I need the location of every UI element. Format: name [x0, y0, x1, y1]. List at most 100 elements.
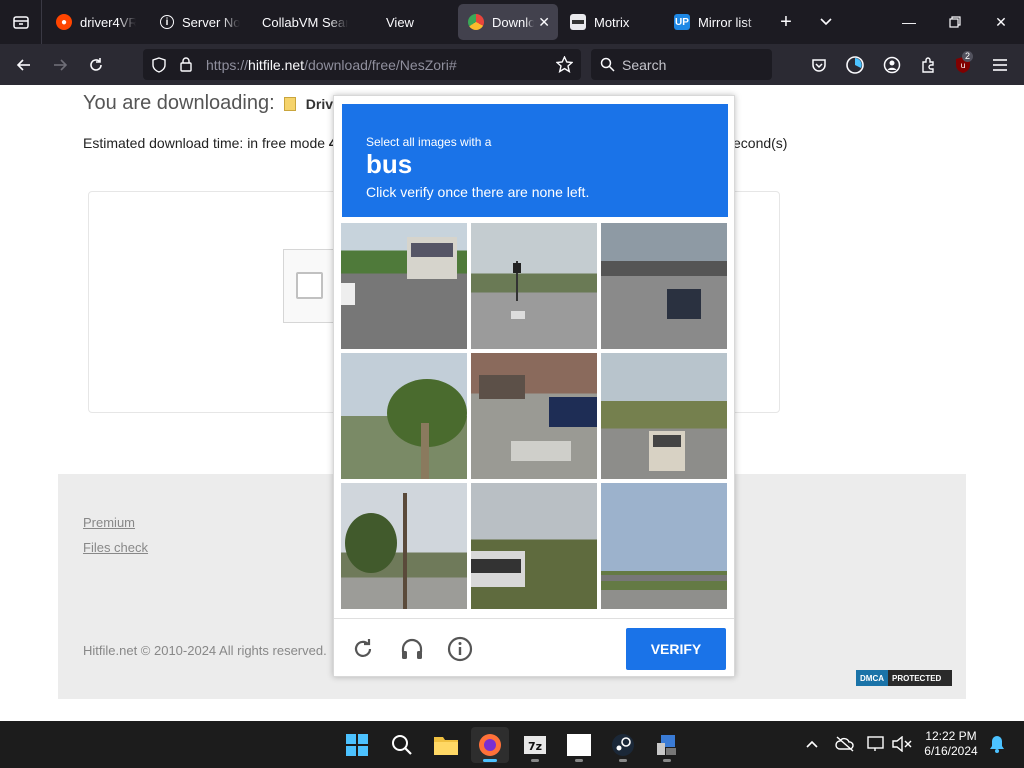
- refresh-button[interactable]: [349, 635, 377, 663]
- bell-icon: [990, 736, 1004, 753]
- tab-bar: ● driver4VR i Server Not CollabVM Sear V…: [0, 0, 1024, 44]
- taskbar-file-explorer[interactable]: [427, 727, 465, 763]
- captcha-tile-1[interactable]: [341, 223, 467, 349]
- info-button[interactable]: [446, 635, 474, 663]
- taskbar: 7z 12:22 PM 6/16/2024: [0, 721, 1024, 768]
- minimize-icon: —: [902, 14, 916, 30]
- chevron-down-icon: [820, 18, 832, 26]
- timer-extension-icon: [846, 56, 864, 74]
- up-icon: UP: [674, 14, 690, 30]
- restore-icon: [949, 16, 961, 28]
- tab-collabvm-search[interactable]: CollabVM Sear: [252, 4, 348, 40]
- tab-motrix[interactable]: Motrix: [560, 4, 660, 40]
- account-button[interactable]: [879, 52, 905, 78]
- close-tab-icon[interactable]: ✕: [538, 14, 550, 31]
- reload-icon: [90, 58, 102, 71]
- back-button[interactable]: [11, 52, 37, 78]
- overpass-image-icon: [601, 575, 727, 581]
- search-input[interactable]: Search: [622, 57, 666, 73]
- coach-bus-image-icon: [471, 551, 525, 587]
- tab-server-not-found[interactable]: i Server Not: [150, 4, 240, 40]
- forward-button[interactable]: [47, 52, 73, 78]
- reload-button[interactable]: [83, 52, 109, 78]
- intersection-image-icon: [511, 261, 525, 319]
- tab-overflow-button[interactable]: [803, 0, 849, 44]
- taskbar-firefox[interactable]: [471, 727, 509, 763]
- url-prefix: https://: [206, 57, 249, 73]
- estimate-suffix: econd(s): [733, 135, 788, 151]
- extension-timer-button[interactable]: [842, 52, 868, 78]
- dmca-label: DMCA: [856, 670, 888, 686]
- list-all-tabs-button[interactable]: [0, 0, 42, 44]
- dmca-protected-label: PROTECTED: [892, 673, 942, 683]
- cloud-offline-icon: [835, 736, 854, 752]
- svg-text:7z: 7z: [528, 740, 542, 753]
- estimate-text: Estimated download time: in free mode 4: [83, 135, 337, 151]
- taskbar-7zip[interactable]: 7z: [516, 727, 554, 763]
- dmca-badge[interactable]: DMCA PROTECTED: [856, 670, 952, 686]
- account-icon: [883, 56, 901, 74]
- restore-button[interactable]: [932, 0, 978, 44]
- road-bus-image-icon: [341, 237, 457, 305]
- reddit-icon: ●: [56, 14, 72, 30]
- lock-icon[interactable]: [179, 56, 193, 77]
- audio-challenge-button[interactable]: [398, 635, 426, 663]
- taskbar-app[interactable]: [648, 727, 686, 763]
- address-bar[interactable]: https://hitfile.net/download/free/NesZor…: [143, 49, 581, 80]
- url-text[interactable]: https://hitfile.net/download/free/NesZor…: [206, 57, 457, 73]
- close-icon: ✕: [995, 13, 1007, 30]
- volume-muted-icon: [892, 736, 912, 752]
- captcha-tile-3[interactable]: [601, 223, 727, 349]
- minimize-button[interactable]: —: [886, 0, 932, 44]
- taskbar-search-button[interactable]: [383, 727, 421, 763]
- start-button[interactable]: [338, 727, 376, 763]
- tab-mirror-list[interactable]: UP Mirror list: [664, 4, 764, 40]
- verify-button[interactable]: VERIFY: [626, 628, 726, 670]
- search-icon: [392, 735, 412, 755]
- captcha-tile-4[interactable]: [341, 353, 467, 479]
- tray-network[interactable]: [866, 733, 888, 755]
- footer-link-files-check[interactable]: Files check: [83, 540, 148, 555]
- extensions-button[interactable]: [915, 52, 941, 78]
- tab-title: driver4VR: [80, 14, 136, 30]
- tab-title: Mirror list: [698, 14, 752, 30]
- info-icon: [447, 636, 473, 662]
- captcha-tile-9[interactable]: [601, 483, 727, 609]
- tab-title: View: [386, 14, 414, 30]
- close-window-button[interactable]: ✕: [978, 0, 1024, 44]
- captcha-tile-7[interactable]: [341, 483, 467, 609]
- captcha-instruction: Select all images with a: [366, 135, 492, 149]
- captcha-checkbox[interactable]: [296, 272, 323, 299]
- taskbar-steam[interactable]: [604, 727, 642, 763]
- taskbar-clock[interactable]: 12:22 PM 6/16/2024: [918, 729, 984, 759]
- tray-cloud[interactable]: [834, 733, 856, 755]
- captcha-tile-6[interactable]: [601, 353, 727, 479]
- shield-icon[interactable]: [152, 57, 166, 78]
- captcha-tile-8[interactable]: [471, 483, 597, 609]
- taskbar-blank-app[interactable]: [560, 727, 598, 763]
- tab-list-icon: [12, 16, 29, 29]
- pocket-icon: [812, 59, 826, 72]
- menu-button[interactable]: [987, 52, 1013, 78]
- puzzle-icon: [922, 57, 934, 73]
- footer-link-premium[interactable]: Premium: [83, 515, 135, 530]
- chevron-up-icon: [806, 740, 818, 748]
- tab-driver4vr[interactable]: ● driver4VR: [46, 4, 136, 40]
- captcha-tile-2[interactable]: [471, 223, 597, 349]
- estimate-label: Estimated download time: in free mode: [83, 135, 326, 151]
- search-bar[interactable]: Search: [591, 49, 772, 80]
- captcha-tile-5[interactable]: [471, 353, 597, 479]
- file-explorer-icon: [434, 737, 458, 755]
- tab-view[interactable]: View: [376, 4, 446, 40]
- tray-overflow-button[interactable]: [801, 733, 823, 755]
- clock-date: 6/16/2024: [924, 744, 978, 758]
- notifications-button[interactable]: [986, 733, 1008, 755]
- url-host: hitfile.net: [248, 57, 305, 73]
- pocket-button[interactable]: [806, 52, 832, 78]
- tab-download-active[interactable]: Downlo ✕: [458, 4, 558, 40]
- bookmark-star-icon[interactable]: [555, 55, 574, 78]
- palm-tree-image-icon: [387, 379, 467, 479]
- tray-volume[interactable]: [891, 733, 913, 755]
- url-path: /download/free/NesZori#: [304, 57, 457, 73]
- info-icon: i: [160, 15, 174, 29]
